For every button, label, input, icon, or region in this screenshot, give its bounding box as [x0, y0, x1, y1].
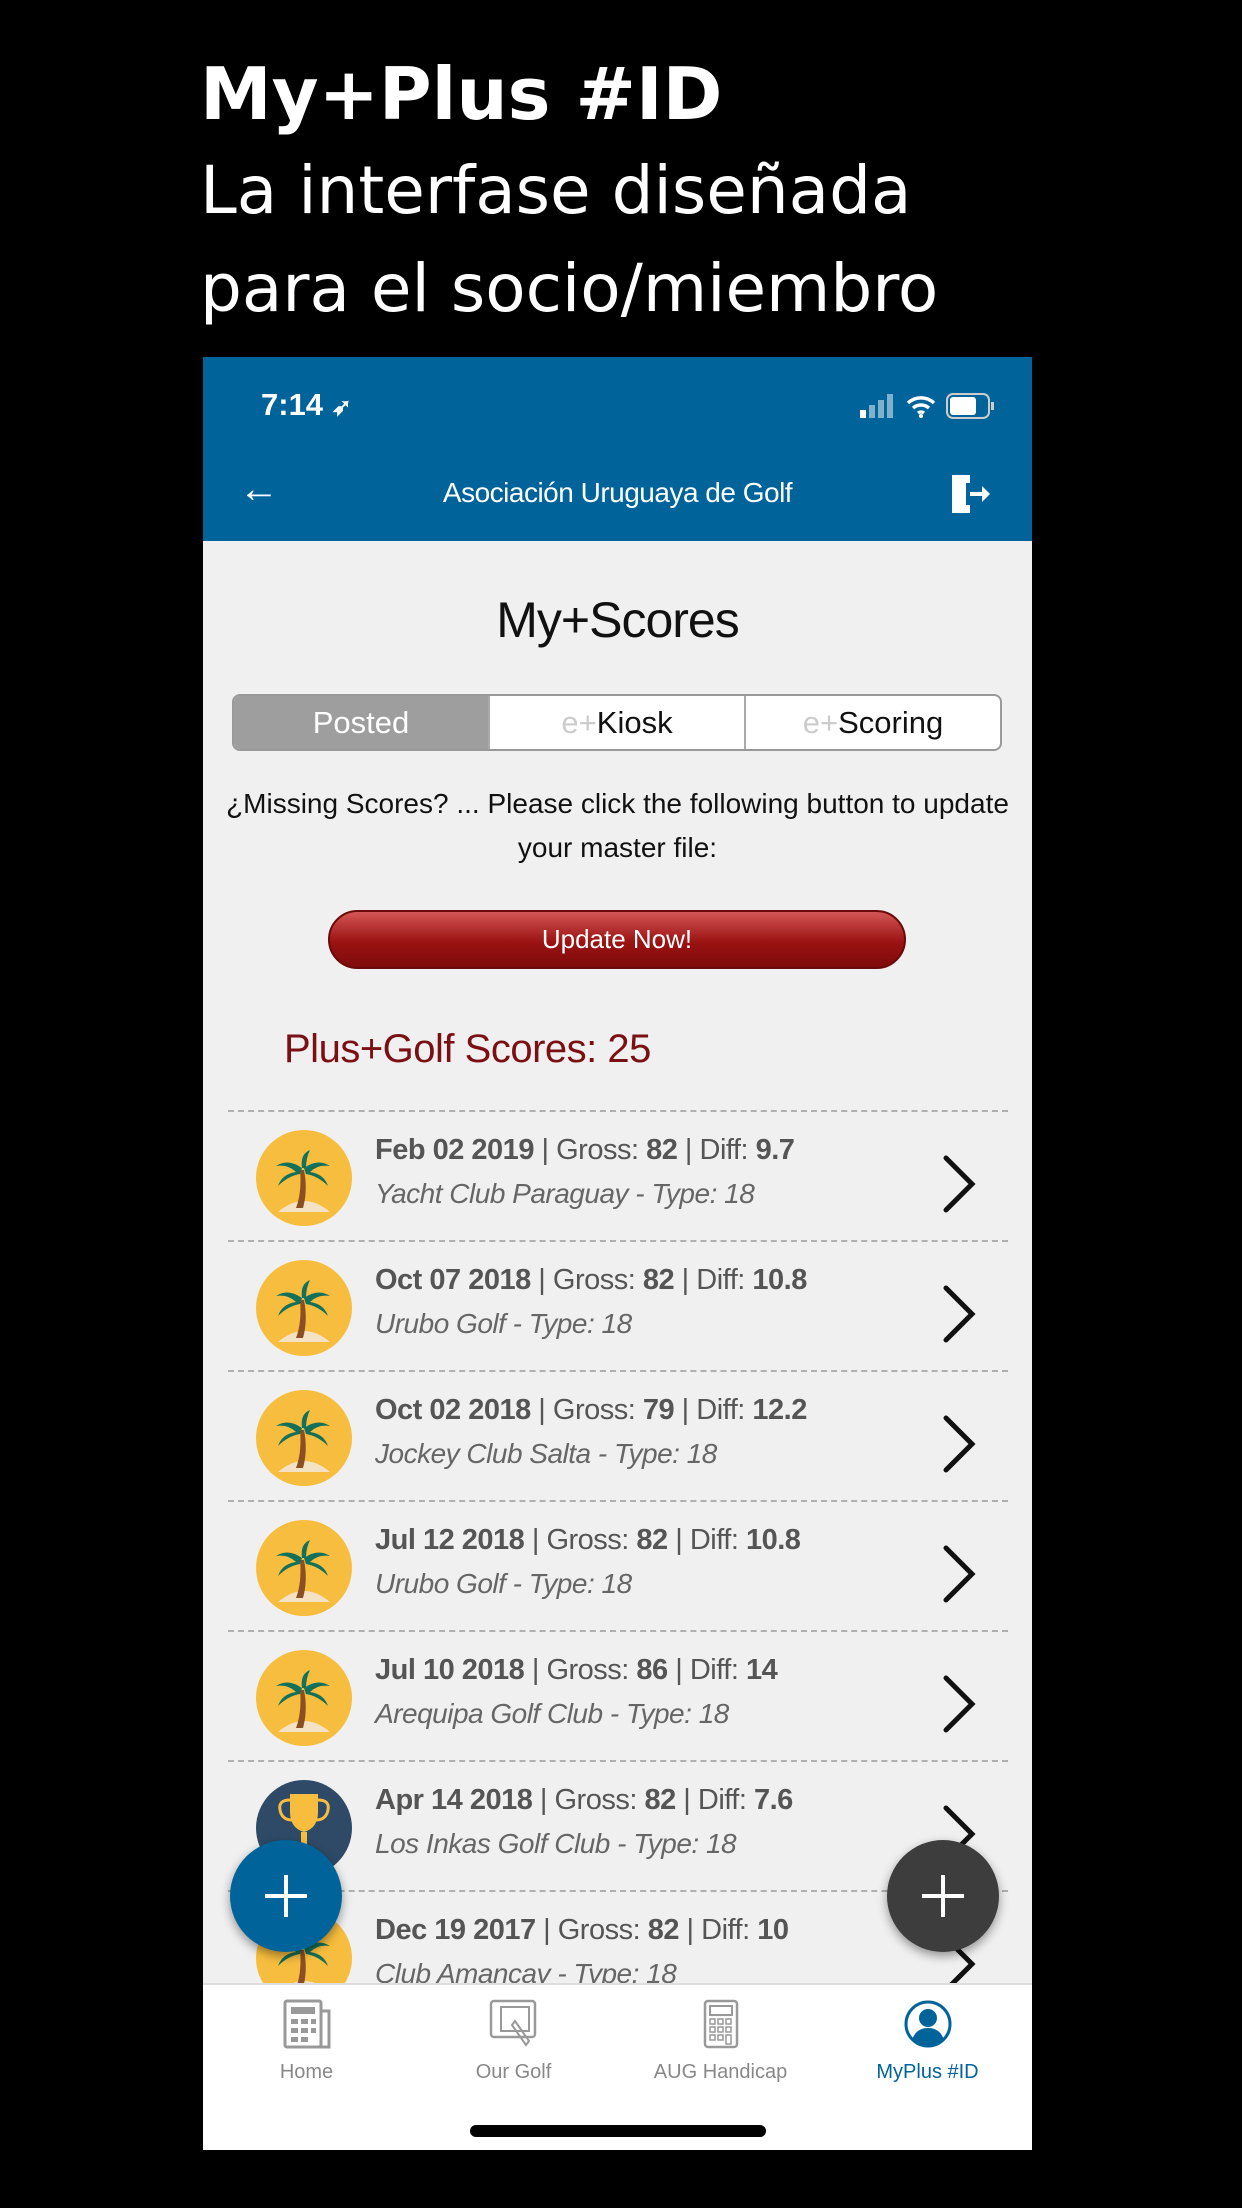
headline-subtitle-2: para el socio/miembro [200, 250, 939, 327]
calculator-icon [703, 1999, 738, 2049]
tab-escoring[interactable]: e+ Scoring [744, 696, 1000, 749]
missing-scores-text: ¿Missing Scores? ... Please click the fo… [226, 788, 1009, 863]
score-avatar [256, 1260, 352, 1356]
score-summary: Jul 10 2018 | Gross: 86 | Diff: 14 [375, 1654, 778, 1686]
segmented-control: Posted e+ Kiosk e+ Scoring [232, 694, 1002, 751]
bottom-tab-bar: Home Our Golf AUG Handicap MyPlus #ID [203, 1983, 1032, 2150]
score-avatar [256, 1130, 352, 1226]
tab-aug-handicap[interactable]: AUG Handicap [617, 1985, 824, 2105]
location-icon: ➶ [331, 394, 352, 421]
logout-button[interactable] [946, 471, 992, 522]
score-club: Arequipa Golf Club - Type: 18 [375, 1698, 729, 1729]
score-club: Jockey Club Salta - Type: 18 [375, 1438, 717, 1469]
score-summary: Oct 07 2018 | Gross: 82 | Diff: 10.8 [375, 1264, 807, 1296]
chevron-right-icon [943, 1545, 976, 1603]
score-row[interactable]: Feb 02 2019 | Gross: 82 | Diff: 9.7 Yach… [228, 1110, 1008, 1240]
score-summary: Feb 02 2019 | Gross: 82 | Diff: 9.7 [375, 1134, 795, 1166]
score-row[interactable]: Apr 14 2018 | Gross: 82 | Diff: 7.6 Los … [228, 1760, 1008, 1890]
update-now-button[interactable]: Update Now! [328, 910, 906, 969]
user-avatar-icon [904, 2000, 951, 2048]
score-row[interactable]: Oct 02 2018 | Gross: 79 | Diff: 12.2 Joc… [228, 1370, 1008, 1500]
score-club: Urubo Golf - Type: 18 [375, 1568, 632, 1599]
score-summary: Oct 02 2018 | Gross: 79 | Diff: 12.2 [375, 1394, 807, 1426]
score-club: Urubo Golf - Type: 18 [375, 1308, 632, 1339]
chevron-right-icon [943, 1675, 976, 1733]
battery-icon [946, 393, 994, 419]
palm-tree-icon [276, 1410, 330, 1472]
score-avatar [256, 1520, 352, 1616]
score-row[interactable]: Jul 12 2018 | Gross: 82 | Diff: 10.8 Uru… [228, 1500, 1008, 1630]
plus-icon [265, 1875, 307, 1917]
score-row[interactable]: Oct 07 2018 | Gross: 82 | Diff: 10.8 Uru… [228, 1240, 1008, 1370]
score-row[interactable]: Jul 10 2018 | Gross: 86 | Diff: 14 Arequ… [228, 1630, 1008, 1760]
tab-home[interactable]: Home [203, 1985, 410, 2105]
score-summary: Dec 19 2017 | Gross: 82 | Diff: 10 [375, 1914, 789, 1946]
headline: My+Plus #ID La interfase diseñada para e… [0, 0, 1242, 357]
exit-door-icon [952, 475, 990, 513]
tab-our-golf[interactable]: Our Golf [410, 1985, 617, 2105]
signal-icon [860, 394, 893, 418]
scores-count: Plus+Golf Scores: 25 [284, 1027, 651, 1071]
score-avatar [256, 1390, 352, 1486]
chevron-right-icon [943, 1285, 976, 1343]
status-icons [860, 393, 996, 419]
chevron-right-icon [943, 1415, 976, 1473]
headline-title: My+Plus #ID [200, 52, 723, 136]
chevron-right-icon [943, 1155, 976, 1213]
score-avatar [256, 1650, 352, 1746]
palm-tree-icon [276, 1150, 330, 1212]
score-summary: Jul 12 2018 | Gross: 82 | Diff: 10.8 [375, 1524, 801, 1556]
palm-tree-icon [276, 1540, 330, 1602]
tab-ekiosk[interactable]: e+ Kiosk [488, 696, 744, 749]
app-header: 7:14 ➶ ← Asociación Uruguaya de Golf [203, 357, 1032, 541]
home-indicator [470, 2125, 766, 2137]
palm-tree-icon [276, 1280, 330, 1342]
tab-myplus-id[interactable]: MyPlus #ID [824, 1985, 1031, 2105]
wifi-icon [906, 396, 936, 418]
add-action-button[interactable] [887, 1840, 999, 1952]
status-time: 7:14 ➶ [261, 387, 352, 422]
phone-screen: 7:14 ➶ ← Asociación Uruguaya de Golf My+… [203, 357, 1032, 2150]
palm-tree-icon [276, 1670, 330, 1732]
headline-subtitle-1: La interfase diseñada [200, 152, 912, 229]
tab-posted[interactable]: Posted [234, 696, 488, 749]
add-score-button[interactable] [230, 1840, 342, 1952]
score-club: Yacht Club Paraguay - Type: 18 [375, 1178, 755, 1209]
score-club: Los Inkas Golf Club - Type: 18 [375, 1828, 737, 1859]
page-title: My+Scores [496, 592, 739, 648]
newspaper-icon [283, 1999, 330, 2049]
header-title: Asociación Uruguaya de Golf [442, 477, 793, 508]
plus-icon [922, 1875, 964, 1917]
score-summary: Apr 14 2018 | Gross: 82 | Diff: 7.6 [375, 1784, 793, 1816]
tablet-pen-icon [489, 1999, 536, 2047]
